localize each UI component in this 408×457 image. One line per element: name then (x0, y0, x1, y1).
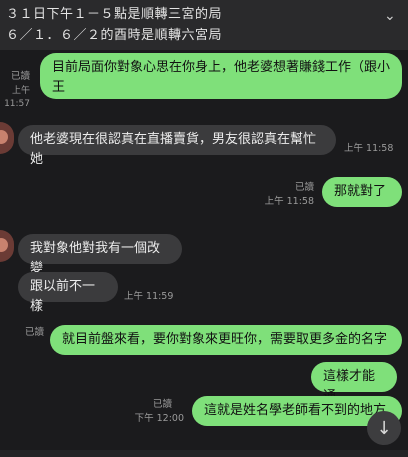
announcement-line-1: ３１日下午１－５點是順轉三宮的局 (6, 7, 223, 22)
read-receipt: 已讀 (10, 71, 30, 82)
message-bubble-incoming[interactable]: 跟以前不一樣 (18, 272, 118, 314)
message-time: 上午 11:58 (344, 143, 394, 154)
message-bubble-outgoing[interactable]: 目前局面你對象心思在你身上，他老婆想著賺錢工作（跟小王 (40, 53, 402, 99)
read-receipt: 已讀 (294, 182, 314, 193)
message-bubble-outgoing[interactable]: 那就對了 (322, 177, 402, 207)
read-receipt: 已讀 (152, 399, 172, 410)
message-time: 上午 11:59 (124, 291, 174, 302)
avatar[interactable] (0, 230, 14, 262)
message-time: 上午 11:57 (4, 86, 30, 109)
read-receipt: 已讀 (24, 327, 44, 338)
chevron-down-icon[interactable]: ⌄ (384, 9, 398, 23)
message-bubble-outgoing[interactable]: 就目前盤來看，要你對象來更旺你，需要取更多金的名字 (50, 325, 402, 355)
message-time: 上午 11:58 (264, 196, 314, 207)
arrow-down-icon[interactable]: ↓ (367, 411, 401, 445)
bottom-bar (0, 450, 408, 457)
message-time: 下午 12:00 (134, 413, 184, 424)
message-bubble-outgoing[interactable]: 這樣才能通 (311, 362, 397, 404)
message-bubble-incoming[interactable]: 我對象他對我有一個改變 (18, 234, 182, 276)
avatar[interactable] (0, 122, 14, 154)
announcement-banner[interactable]: ３１日下午１－５點是順轉三宮的局 ６／１．６／２的酉時是順轉六宮局 ⌄ (0, 0, 408, 50)
announcement-line-2: ６／１．６／２的酉時是順轉六宮局 (6, 28, 223, 43)
message-bubble-incoming[interactable]: 他老婆現在很認真在直播賣貨，男友很認真在幫忙她 (18, 125, 336, 167)
